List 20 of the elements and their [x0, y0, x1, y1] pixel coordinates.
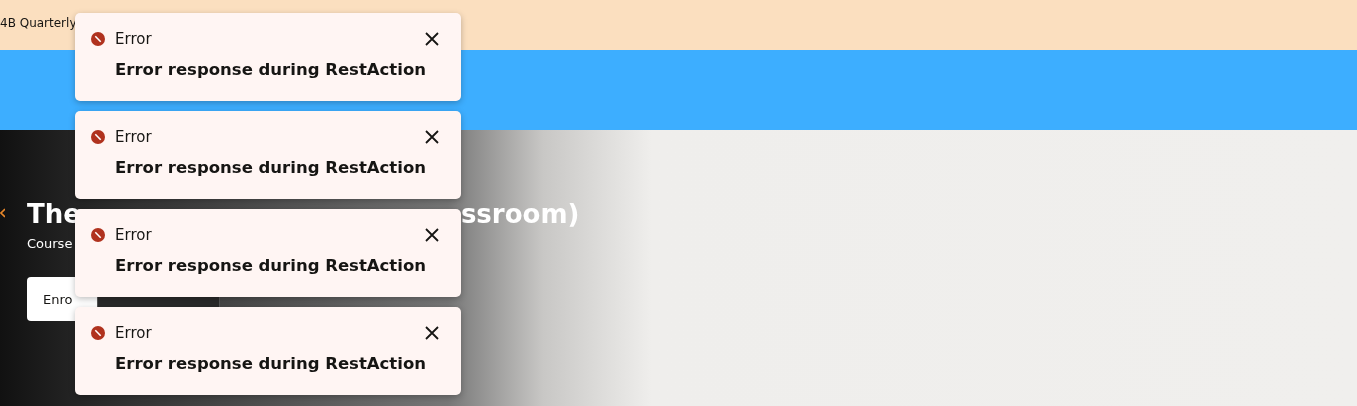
toast-message: Error response during RestAction — [115, 158, 427, 177]
close-icon[interactable] — [425, 326, 439, 340]
chevron-icon — [0, 208, 5, 218]
toast-title: Error — [115, 30, 153, 48]
error-icon — [91, 228, 105, 242]
error-icon — [91, 326, 105, 340]
toast-title: Error — [115, 128, 153, 146]
close-icon[interactable] — [425, 130, 439, 144]
toast-message: Error response during RestAction — [115, 256, 427, 275]
toast-title: Error — [115, 226, 153, 244]
course-subtitle: Course — [27, 236, 73, 251]
close-icon[interactable] — [425, 32, 439, 46]
error-icon — [91, 130, 105, 144]
toast-message: Error response during RestAction — [115, 354, 427, 373]
toast-message: Error response during RestAction — [115, 60, 427, 79]
error-icon — [91, 32, 105, 46]
banner-text: 4B Quarterly — [0, 16, 77, 30]
course-title: ssroom) — [460, 199, 580, 229]
close-icon[interactable] — [425, 228, 439, 242]
toast-title: Error — [115, 324, 153, 342]
